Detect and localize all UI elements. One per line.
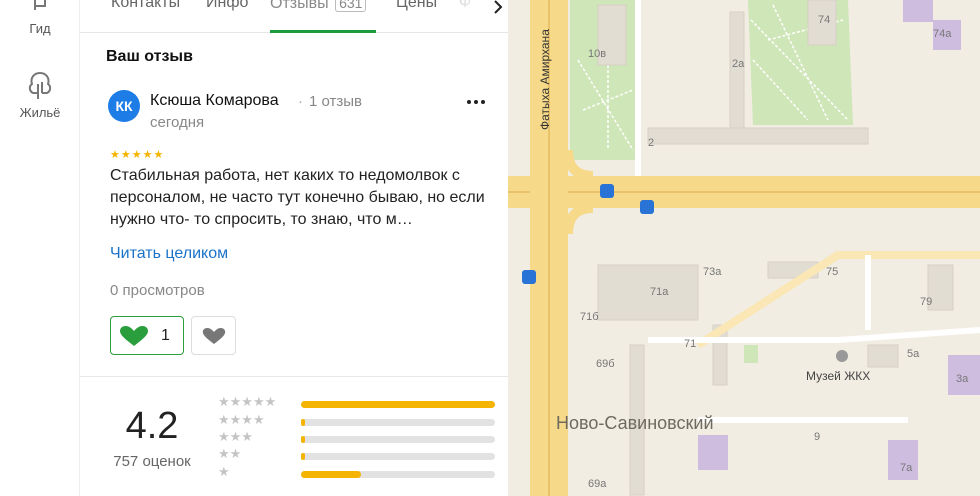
poi-label[interactable]: Музей ЖКХ bbox=[806, 369, 870, 383]
distribution-stars: ★★★ bbox=[218, 429, 253, 444]
house-number-label: 9 bbox=[814, 431, 821, 443]
distribution-bar bbox=[301, 401, 495, 408]
active-tab-indicator bbox=[270, 30, 376, 33]
house-number-label: 71 bbox=[684, 338, 697, 350]
tab-reviews[interactable]: Отзывы 631 bbox=[270, 0, 367, 13]
review-count-badge: 631 bbox=[335, 0, 367, 12]
distribution-row: ★ bbox=[218, 464, 498, 481]
house-number-label: 74а bbox=[933, 28, 952, 40]
street-label: Фатыха Амирхана bbox=[538, 29, 552, 130]
left-rail: Гид Жильё bbox=[0, 0, 80, 496]
like-button[interactable]: 1 bbox=[110, 316, 184, 355]
distribution-bar-fill bbox=[301, 471, 362, 478]
read-more-link[interactable]: Читать целиком bbox=[110, 245, 228, 263]
house-number-label: 71а bbox=[650, 286, 669, 298]
distribution-bar bbox=[301, 471, 495, 478]
tab-prices[interactable]: Цены bbox=[396, 0, 437, 12]
distribution-bar-fill bbox=[301, 453, 305, 460]
house-number-label: 3а bbox=[956, 373, 969, 385]
house-number-label: 69б bbox=[596, 358, 615, 370]
tab-label: Отзывы bbox=[270, 0, 329, 12]
tab-contacts[interactable]: Контакты bbox=[111, 0, 180, 12]
distribution-bar bbox=[301, 419, 495, 426]
like-count: 1 bbox=[161, 327, 170, 344]
distribution-bar-fill bbox=[301, 401, 495, 408]
house-number-label: 75 bbox=[826, 266, 839, 278]
rail-item-label: Жильё bbox=[19, 105, 61, 120]
rating-count: 757 оценок bbox=[113, 453, 191, 470]
chevron-right-icon bbox=[494, 0, 503, 14]
house-number-label: 74 bbox=[818, 14, 831, 26]
distribution-bar-fill bbox=[301, 419, 305, 426]
distribution-bar bbox=[301, 436, 495, 443]
distribution-row: ★★ bbox=[218, 446, 498, 463]
rail-item-housing[interactable]: Жильё bbox=[0, 70, 80, 120]
house-number-label: 2а bbox=[732, 58, 745, 70]
distribution-stars: ★★ bbox=[218, 446, 242, 461]
separator-dot: · bbox=[298, 93, 303, 110]
house-number-label: 10в bbox=[588, 48, 607, 60]
distribution-bar-fill bbox=[301, 436, 305, 443]
house-number-label: 79 bbox=[920, 296, 933, 308]
house-number-label: 7а bbox=[900, 462, 913, 474]
average-rating: 4.2 bbox=[125, 405, 179, 447]
housing-icon bbox=[28, 72, 52, 99]
more-icon bbox=[467, 100, 485, 104]
distribution-row: ★★★★★ bbox=[218, 394, 498, 411]
guide-icon bbox=[34, 0, 46, 10]
avatar[interactable]: КК bbox=[108, 90, 140, 122]
distribution-stars: ★ bbox=[218, 464, 230, 479]
rail-item-label: Гид bbox=[29, 21, 51, 36]
review-text: Стабильная работа, нет каких то недомолв… bbox=[110, 167, 485, 228]
distribution-bar bbox=[301, 453, 495, 460]
tabs-scroll-right-button[interactable] bbox=[488, 0, 508, 20]
section-title: Ваш отзыв bbox=[106, 48, 193, 65]
heart-broken-icon bbox=[202, 328, 226, 344]
distribution-stars: ★★★★ bbox=[218, 412, 265, 427]
house-number-label: 71б bbox=[580, 311, 599, 323]
house-number-label: 5а bbox=[907, 348, 920, 360]
author-review-count: 1 отзыв bbox=[309, 93, 363, 110]
house-number-label: 2 bbox=[648, 137, 655, 149]
review-date: сегодня bbox=[150, 114, 205, 131]
rail-item-guide[interactable]: Гид bbox=[0, 0, 80, 36]
tab-bar: Контакты Инфо Отзывы 631 Цены Ф bbox=[80, 0, 508, 33]
tabs-fade bbox=[450, 0, 490, 30]
house-number-label: 73а bbox=[703, 266, 722, 278]
heart-icon bbox=[120, 326, 148, 346]
dislike-button[interactable] bbox=[191, 316, 236, 355]
tab-info[interactable]: Инфо bbox=[206, 0, 248, 12]
views-count: 0 просмотров bbox=[110, 282, 205, 299]
review-stars: ★★★★★ bbox=[110, 149, 165, 161]
divider bbox=[80, 376, 508, 377]
district-label: Ново-Савиновский bbox=[556, 413, 714, 433]
reviews-panel: Контакты Инфо Отзывы 631 Цены Ф Ваш отзы… bbox=[80, 0, 508, 496]
more-options-button[interactable] bbox=[464, 94, 488, 112]
author-name[interactable]: Ксюша Комарова bbox=[150, 92, 279, 110]
distribution-row: ★★★★ bbox=[218, 412, 498, 429]
distribution-stars: ★★★★★ bbox=[218, 394, 277, 409]
map[interactable]: Фатыха Амирхана Музей ЖКХ Ново-Савиновск… bbox=[508, 0, 980, 496]
distribution-row: ★★★ bbox=[218, 429, 498, 446]
house-number-label: 69а bbox=[588, 478, 607, 490]
